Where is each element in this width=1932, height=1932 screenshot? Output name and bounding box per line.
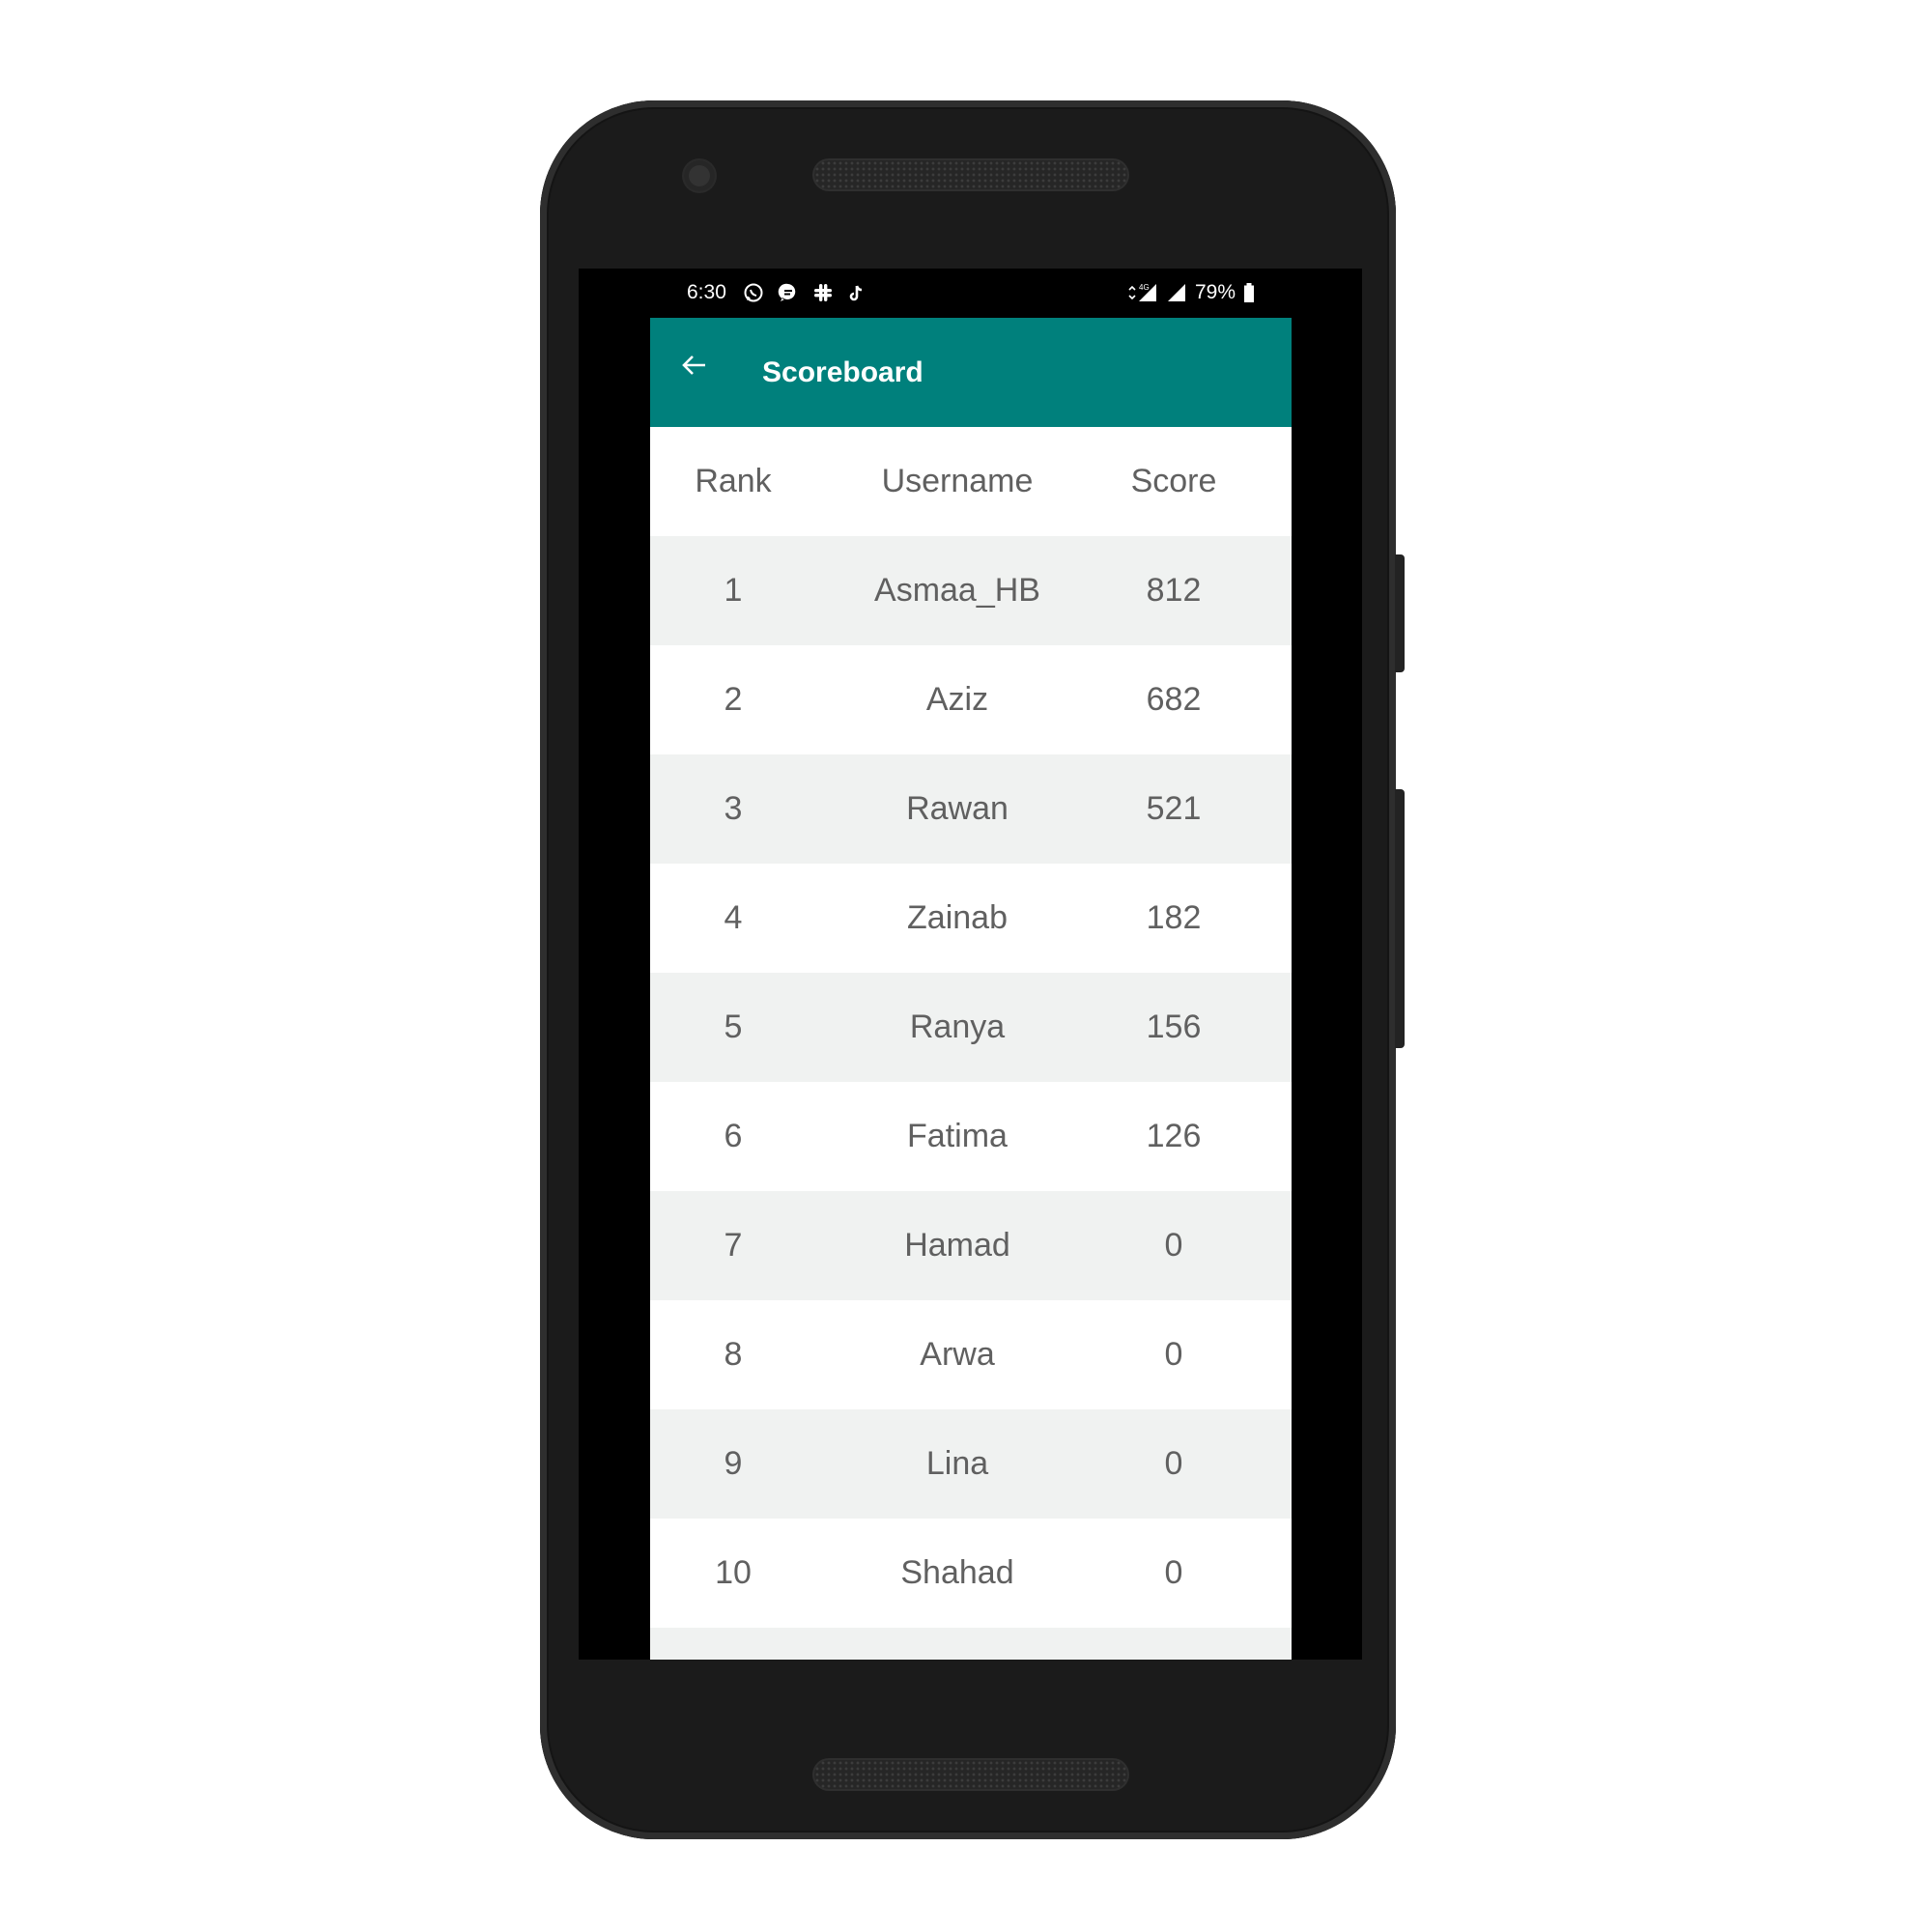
username-cell: Aziz [925, 681, 989, 718]
table-row[interactable]: 10 Shahad 0 [650, 1519, 1292, 1628]
username-cell: Asmaa_HB [874, 572, 1040, 609]
rank-cell: 5 [724, 1009, 743, 1045]
rank-cell: 10 [715, 1554, 752, 1591]
table-row[interactable]: 9 Lina 0 [650, 1409, 1292, 1519]
header-score: Score [1130, 463, 1217, 499]
username-cell: Zainab [907, 899, 1008, 936]
username-cell: Shahad [900, 1554, 1014, 1591]
table-row-partial [650, 1628, 1292, 1660]
score-cell: 812 [1146, 572, 1202, 609]
rank-cell: 2 [724, 681, 743, 718]
rank-cell: 8 [724, 1336, 743, 1373]
status-bar: 6:30 4G 79% [650, 269, 1292, 318]
table-row[interactable]: 4 Zainab 182 [650, 864, 1292, 973]
header-username: Username [881, 463, 1034, 499]
status-time: 6:30 [687, 281, 726, 303]
score-cell: 126 [1146, 1118, 1202, 1154]
score-cell: 0 [1164, 1227, 1183, 1264]
table-row[interactable]: 6 Fatima 126 [650, 1082, 1292, 1191]
score-cell: 0 [1164, 1445, 1183, 1482]
score-cell: 521 [1146, 790, 1202, 827]
mobile-data-icon: 4G [1127, 282, 1158, 303]
table-row[interactable]: 3 Rawan 521 [650, 754, 1292, 864]
app-bar: Scoreboard [650, 318, 1292, 427]
table-row[interactable]: 1 Asmaa_HB 812 [650, 536, 1292, 645]
table-row[interactable]: 7 Hamad 0 [650, 1191, 1292, 1300]
whatsapp-icon [743, 282, 764, 303]
score-cell: 0 [1164, 1336, 1183, 1373]
scoreboard-table: Rank Username Score 1 Asmaa_HB 812 2 Azi… [650, 427, 1292, 1660]
table-row[interactable]: 5 Ranya 156 [650, 973, 1292, 1082]
tiktok-icon [847, 282, 867, 303]
score-cell: 156 [1146, 1009, 1202, 1045]
rank-cell: 6 [724, 1118, 743, 1154]
score-cell: 182 [1146, 899, 1202, 936]
rank-cell: 9 [724, 1445, 743, 1482]
battery-percent: 79% [1194, 281, 1236, 303]
table-row[interactable]: 2 Aziz 682 [650, 645, 1292, 754]
rank-cell: 3 [724, 790, 743, 827]
score-cell: 0 [1164, 1554, 1183, 1591]
slack-icon [812, 282, 834, 303]
rank-cell: 4 [724, 899, 743, 936]
bottom-speaker [814, 1760, 1127, 1789]
power-button [1395, 554, 1405, 672]
username-cell: Ranya [909, 1009, 1006, 1045]
username-cell: Rawan [906, 790, 1009, 827]
network-type-label: 4G [1139, 283, 1150, 292]
messaging-icon [778, 282, 799, 303]
volume-button [1395, 789, 1405, 1048]
score-cell: 682 [1146, 681, 1202, 718]
rank-cell: 1 [724, 572, 743, 609]
table-header: Rank Username Score [650, 427, 1292, 536]
earpiece-speaker [814, 160, 1127, 189]
notification-icons [743, 282, 867, 303]
phone-display: 6:30 4G 79% Scoreboard Rank Username Sco… [650, 269, 1292, 1660]
rank-cell: 7 [724, 1227, 743, 1264]
username-cell: Hamad [904, 1227, 1010, 1264]
front-camera [684, 160, 715, 191]
back-button[interactable] [669, 341, 718, 389]
username-cell: Arwa [920, 1336, 995, 1373]
table-row[interactable]: 8 Arwa 0 [650, 1300, 1292, 1409]
header-rank: Rank [695, 463, 772, 499]
system-status-icons: 4G 79% [1127, 281, 1255, 304]
arrow-back-icon [682, 355, 705, 375]
username-cell: Fatima [907, 1118, 1008, 1154]
username-cell: Lina [925, 1445, 989, 1482]
signal-icon [1166, 282, 1187, 303]
battery-icon [1243, 282, 1255, 303]
page-title: Scoreboard [762, 356, 923, 388]
